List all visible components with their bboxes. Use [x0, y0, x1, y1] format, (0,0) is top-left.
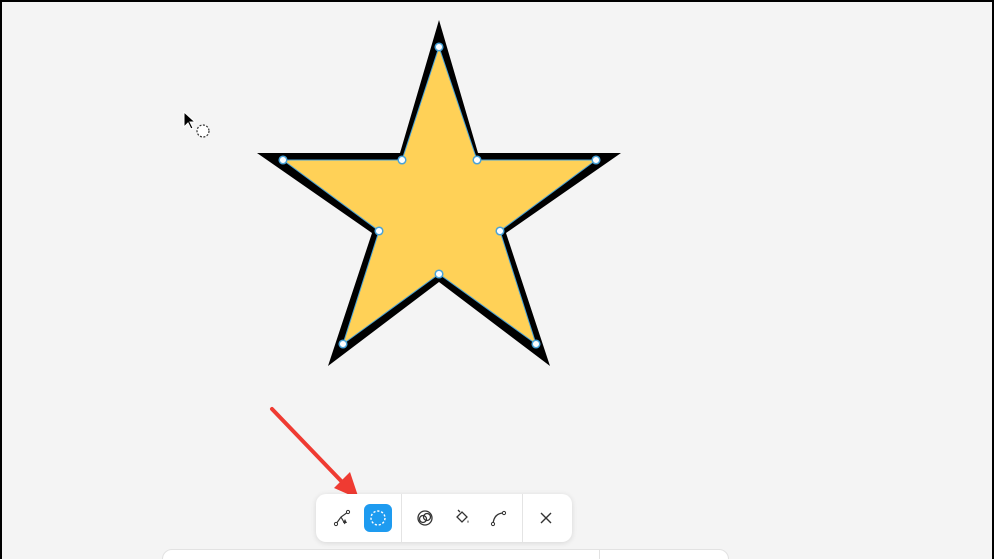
pointer-with-lasso-icon — [183, 110, 210, 138]
vertex-handle[interactable] — [397, 155, 407, 165]
vertex-handle[interactable] — [495, 226, 505, 236]
bottom-panel — [162, 549, 729, 559]
vertex-handle[interactable] — [374, 226, 384, 236]
fill-button[interactable] — [448, 504, 476, 532]
drawing-canvas[interactable] — [2, 2, 992, 559]
lasso-select-button[interactable] — [364, 504, 392, 532]
close-icon — [540, 512, 552, 524]
edit-points-button[interactable] — [328, 504, 356, 532]
pen-nodes-icon — [333, 509, 351, 527]
overlap-circles-icon — [417, 510, 433, 526]
paint-bucket-icon — [456, 509, 469, 523]
annotation-arrow — [270, 407, 359, 499]
shape-layer — [183, 20, 621, 499]
combine-shapes-button[interactable] — [411, 504, 439, 532]
panel-divider — [599, 550, 600, 559]
toolbar-separator — [401, 494, 402, 542]
dashed-circle-icon — [370, 510, 386, 526]
vertex-handle[interactable] — [531, 339, 541, 349]
toolbar-separator — [522, 494, 523, 542]
curve-path-icon — [490, 510, 507, 527]
curve-button[interactable] — [485, 504, 513, 532]
vertex-handle[interactable] — [338, 339, 348, 349]
vertex-handle[interactable] — [591, 155, 601, 165]
shape-edit-toolbar — [316, 494, 572, 542]
vertex-handle[interactable] — [434, 269, 444, 279]
vertex-handle[interactable] — [434, 42, 444, 52]
vertex-handle[interactable] — [278, 155, 288, 165]
vertex-handle[interactable] — [472, 155, 482, 165]
close-button[interactable] — [532, 504, 560, 532]
